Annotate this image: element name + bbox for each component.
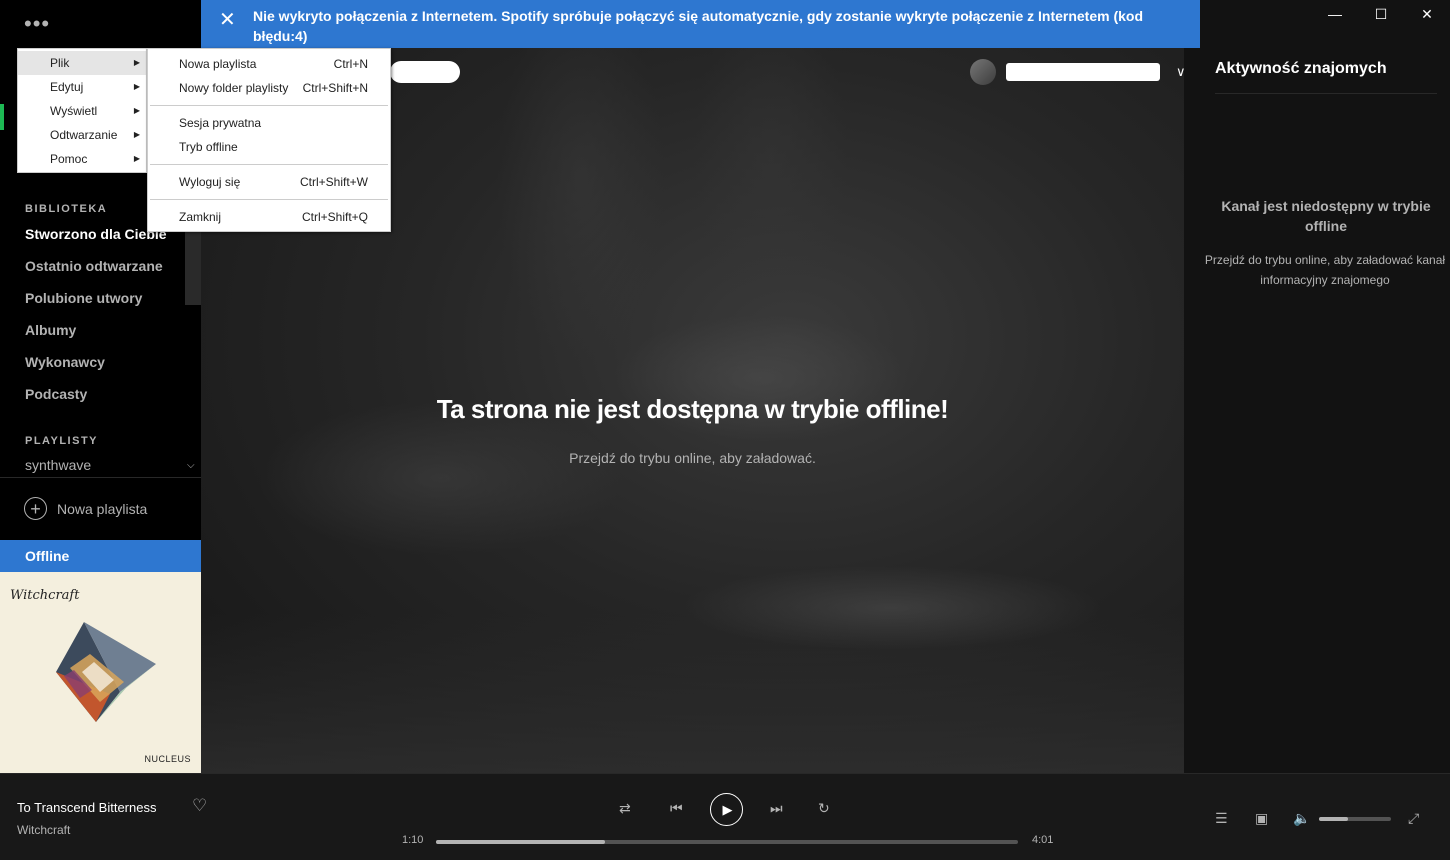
friends-unavailable-text: Kanał jest niedostępny w trybie offline — [1221, 198, 1431, 234]
plus-circle-icon: + — [24, 497, 47, 520]
app-menu-dots-icon[interactable]: ••• — [24, 13, 50, 35]
shuffle-icon[interactable]: ⇄ — [619, 800, 631, 817]
menu-item-logout[interactable]: Wyloguj się Ctrl+Shift+W — [148, 170, 390, 194]
offline-status: Offline — [0, 540, 201, 572]
fullscreen-icon[interactable]: ⤢ — [1408, 810, 1419, 827]
menu-item-label: Sesja prywatna — [179, 116, 262, 130]
queue-icon[interactable]: ☰ — [1215, 810, 1228, 827]
window-controls: — ☐ ✕ — [1312, 0, 1450, 28]
divider — [0, 477, 201, 478]
menu-item-private-session[interactable]: Sesja prywatna — [148, 111, 390, 135]
panel-gutter — [1184, 48, 1200, 773]
playlist-item-synthwave[interactable]: synthwave — [25, 457, 91, 473]
player-bar: To Transcend Bitterness Witchcraft ♡ ⇄ ⏮… — [0, 773, 1450, 860]
track-title[interactable]: To Transcend Bitterness — [17, 800, 156, 815]
submenu-arrow-icon: ▶ — [133, 106, 140, 115]
divider — [1215, 93, 1437, 94]
cover-prism-art — [56, 622, 156, 722]
menu-item-new-folder[interactable]: Nowy folder playlisty Ctrl+Shift+N — [148, 76, 390, 100]
sidebar-item-artists[interactable]: Wykonawcy — [25, 354, 170, 370]
search-input-redacted[interactable] — [390, 61, 460, 83]
sidebar-item-podcasts[interactable]: Podcasty — [25, 386, 170, 402]
minimize-icon[interactable]: — — [1312, 0, 1358, 28]
active-indicator — [0, 104, 4, 130]
menu-item-label: Nowa playlista — [179, 57, 257, 71]
submenu-arrow-icon: ▶ — [133, 82, 140, 91]
maximize-icon[interactable]: ☐ — [1358, 0, 1404, 28]
app-menu: Plik ▶ Edytuj ▶ Wyświetl ▶ Odtwarzanie ▶ Pom… — [17, 48, 147, 173]
menu-item-view[interactable]: Wyświetl ▶ — [18, 99, 146, 123]
submenu-arrow-icon: ▶ — [133, 154, 140, 163]
menu-separator — [150, 199, 388, 200]
menu-item-shortcut: Ctrl+Shift+N — [302, 81, 368, 95]
friend-activity-panel: — ☐ ✕ Aktywność znajomych Kanał jest nie… — [1200, 0, 1450, 773]
offline-page-title: Ta strona nie jest dostępna w trybie off… — [436, 394, 949, 424]
progress-fill — [436, 840, 605, 844]
sidebar-item-recently-played[interactable]: Ostatnio odtwarzane — [25, 258, 170, 274]
cover-album-title: NUCLEUS — [144, 754, 191, 764]
menu-item-shortcut: Ctrl+N — [333, 57, 368, 71]
elapsed-time: 1:10 — [402, 834, 424, 846]
chevron-down-icon[interactable]: ∨ — [1176, 64, 1184, 80]
offline-page-subtitle: Przejdź do trybu online, aby załadować. — [569, 450, 816, 466]
user-menu[interactable]: ∨ — [970, 59, 1184, 85]
menu-item-label: Pomoc — [50, 152, 88, 166]
menu-separator — [150, 164, 388, 165]
repeat-icon[interactable]: ↻ — [818, 800, 830, 817]
playlists-title: PLAYLISTY — [25, 435, 98, 447]
menu-item-label: Zamknij — [179, 210, 222, 224]
volume-fill — [1319, 817, 1348, 821]
play-icon: ▶ — [722, 801, 733, 817]
menu-item-help[interactable]: Pomoc ▶ — [18, 147, 146, 171]
menu-item-playback[interactable]: Odtwarzanie ▶ — [18, 123, 146, 147]
menu-item-label: Plik — [50, 56, 70, 70]
album-cover[interactable]: Witchcraft NUCLEUS — [0, 572, 201, 773]
close-window-icon[interactable]: ✕ — [1404, 0, 1450, 28]
duration-time: 4:01 — [1032, 834, 1054, 846]
submenu-arrow-icon: ▶ — [133, 58, 140, 67]
heart-icon[interactable]: ♡ — [192, 796, 207, 816]
devices-icon[interactable]: ▣ — [1255, 810, 1268, 827]
menu-item-label: Edytuj — [50, 80, 84, 94]
chevron-down-icon[interactable]: ⌵ — [187, 460, 195, 471]
friends-sub-text: Przejdź do trybu online, aby załadować k… — [1204, 253, 1446, 287]
file-submenu: Nowa playlista Ctrl+N Nowy folder playlis… — [147, 48, 391, 232]
next-icon[interactable]: ⏭ — [770, 800, 783, 817]
menu-item-label: Wyświetl — [50, 104, 98, 118]
user-name-redacted — [1006, 63, 1160, 81]
menu-item-quit[interactable]: Zamknij Ctrl+Shift+Q — [148, 205, 390, 229]
menu-item-shortcut: Ctrl+Shift+Q — [301, 210, 368, 224]
menu-item-label: Nowy folder playlisty — [179, 81, 289, 95]
new-playlist-label: Nowa playlista — [57, 500, 148, 517]
menu-item-file[interactable]: Plik ▶ — [18, 51, 146, 75]
sidebar-item-albums[interactable]: Albumy — [25, 322, 170, 338]
menu-item-label: Tryb offline — [179, 140, 238, 154]
volume-icon[interactable]: 🔈 — [1293, 810, 1310, 827]
track-artist[interactable]: Witchcraft — [17, 823, 70, 837]
menu-item-label: Wyloguj się — [179, 175, 241, 189]
progress-bar[interactable] — [436, 840, 1018, 844]
menu-item-shortcut: Ctrl+Shift+W — [299, 175, 368, 189]
menu-item-edit[interactable]: Edytuj ▶ — [18, 75, 146, 99]
previous-icon[interactable]: ⏮ — [670, 800, 683, 817]
menu-item-offline-mode[interactable]: Tryb offline — [148, 135, 390, 159]
menu-item-new-playlist[interactable]: Nowa playlista Ctrl+N — [148, 52, 390, 76]
menu-item-label: Odtwarzanie — [50, 128, 118, 142]
banner-message: Nie wykryto połączenia z Internetem. Spo… — [253, 8, 1144, 44]
new-playlist-button[interactable]: + Nowa playlista — [24, 497, 147, 520]
sidebar-item-liked-songs[interactable]: Polubione utwory — [25, 290, 170, 306]
menu-separator — [150, 105, 388, 106]
friends-title: Aktywność znajomych — [1215, 60, 1387, 77]
library-title: BIBLIOTEKA — [25, 203, 108, 215]
volume-slider[interactable] — [1319, 817, 1391, 821]
submenu-arrow-icon: ▶ — [133, 130, 140, 139]
close-icon[interactable]: ✕ — [219, 7, 236, 32]
avatar — [970, 59, 996, 85]
offline-banner: ✕ Nie wykryto połączenia z Internetem. S… — [201, 0, 1200, 48]
play-button[interactable]: ▶ — [710, 793, 743, 826]
